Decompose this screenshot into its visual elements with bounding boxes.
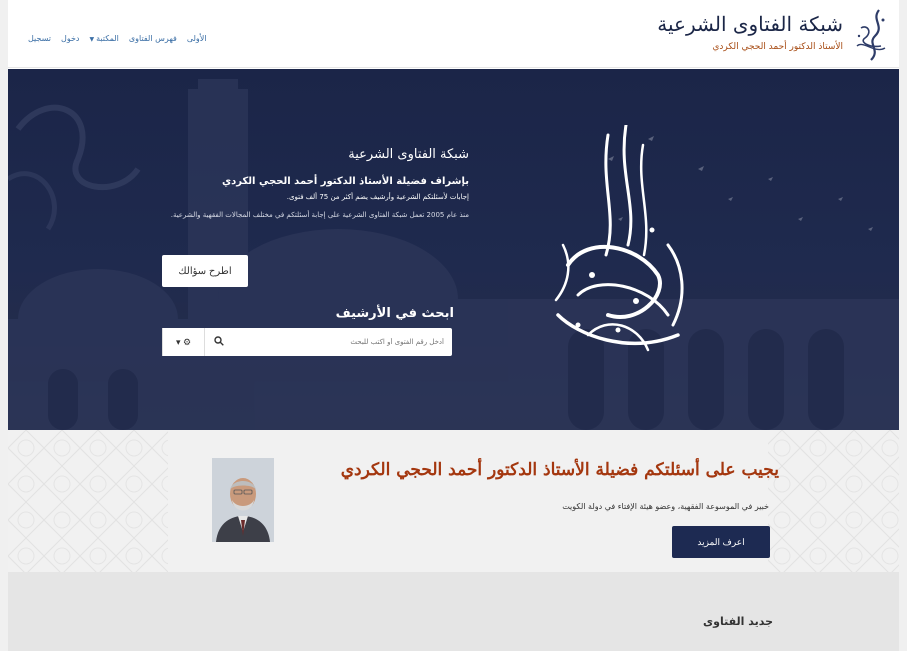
archive-search-bar: ▾ ⚙	[162, 328, 452, 356]
main-nav: الأولى فهرس الفتاوى المكتبة▼ دخول تسجيل	[28, 34, 207, 43]
nav-register[interactable]: تسجيل	[28, 34, 51, 43]
nav-fatwa-index[interactable]: فهرس الفتاوى	[129, 34, 177, 43]
nav-library[interactable]: المكتبة▼	[89, 34, 118, 43]
calligraphy-logo-icon	[554, 125, 684, 352]
search-options-button[interactable]: ▾ ⚙	[162, 328, 204, 356]
hero-title: شبكة الفتاوى الشرعية	[348, 147, 469, 162]
hero-tagline: إجابات لأسئلتكم الشرعية وأرشيف يضم أكثر …	[286, 193, 469, 201]
latest-fatwas-section: جديد الفتاوى	[8, 572, 899, 651]
search-button[interactable]	[204, 328, 232, 356]
nav-library-label: المكتبة	[96, 34, 119, 43]
search-input[interactable]	[232, 328, 452, 356]
learn-more-button[interactable]: اعرف المزيد	[672, 526, 770, 558]
site-logo-icon[interactable]	[851, 6, 891, 64]
hero-text-block: شبكة الفتاوى الشرعية بإشراف فضيلة الأستا…	[169, 147, 469, 221]
search-icon	[213, 335, 224, 346]
scholar-subtitle: خبير في الموسوعة الفقهية، وعضو هيئة الإف…	[562, 502, 769, 511]
nav-home[interactable]: الأولى	[187, 34, 207, 43]
hero-description: منذ عام 2005 تعمل شبكة الفتاوى الشرعية ع…	[170, 211, 469, 219]
brand-title[interactable]: شبكة الفتاوى الشرعية	[657, 12, 843, 36]
ask-question-button[interactable]: اطرح سؤالك	[162, 255, 248, 287]
archive-search-title: ابحث في الأرشيف	[335, 306, 454, 321]
site-header: شبكة الفتاوى الشرعية الأستاذ الدكتور أحم…	[8, 0, 899, 68]
caret-down-icon: ▾	[175, 336, 181, 347]
page: شبكة الفتاوى الشرعية الأستاذ الدكتور أحم…	[0, 0, 907, 651]
scholar-portrait-image	[212, 458, 274, 542]
caret-down-icon: ▼	[89, 36, 95, 43]
mosque-background-image	[8, 79, 899, 430]
nav-login[interactable]: دخول	[61, 34, 79, 43]
hero-section: شبكة الفتاوى الشرعية بإشراف فضيلة الأستا…	[8, 69, 899, 430]
brand-subtitle: الأستاذ الدكتور أحمد الحجي الكردي	[712, 42, 843, 52]
hero-lead: بإشراف فضيلة الأستاذ الدكتور أحمد الحجي …	[221, 176, 469, 187]
scholar-title: يجيب على أسئلتكم فضيلة الأستاذ الدكتور أ…	[340, 460, 779, 480]
latest-fatwas-title: جديد الفتاوى	[703, 615, 773, 628]
cogs-icon: ⚙	[182, 336, 192, 347]
scholar-banner: يجيب على أسئلتكم فضيلة الأستاذ الدكتور أ…	[8, 430, 899, 572]
